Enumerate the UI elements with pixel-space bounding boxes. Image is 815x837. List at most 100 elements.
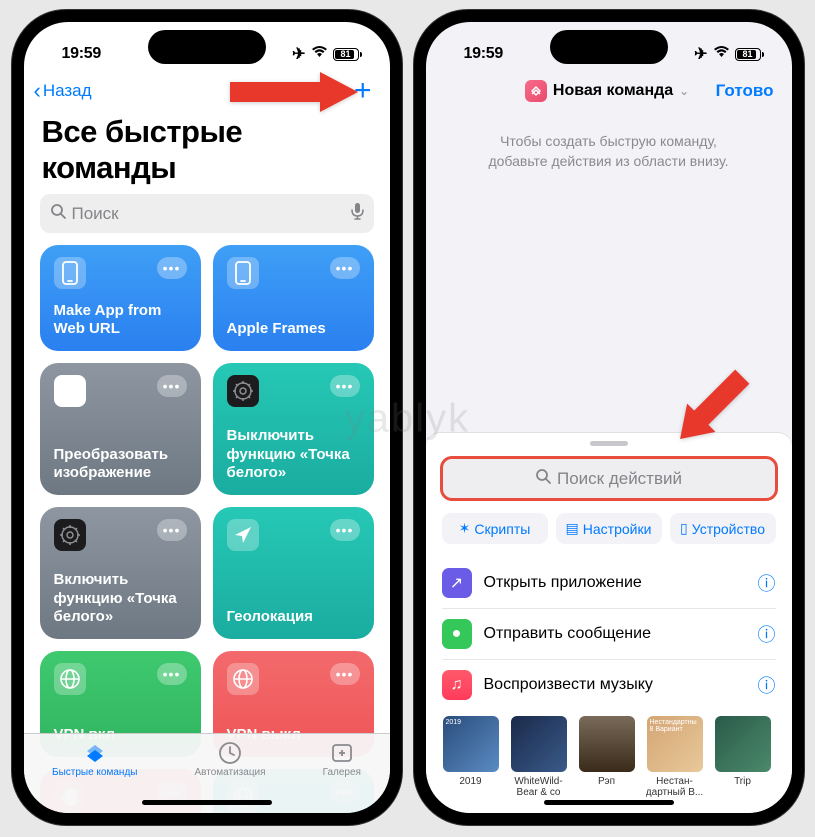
info-icon[interactable]: ⓘ bbox=[758, 621, 776, 647]
album-art bbox=[579, 716, 635, 772]
shortcuts-app-icon bbox=[525, 80, 547, 102]
search-placeholder: Поиск bbox=[72, 204, 119, 224]
album-name: 2019 bbox=[459, 776, 481, 798]
done-button[interactable]: Готово bbox=[716, 81, 774, 101]
globe-icon bbox=[227, 663, 259, 695]
status-indicators: ✈ 81 bbox=[694, 44, 763, 64]
dynamic-island bbox=[148, 30, 266, 64]
search-bar[interactable]: Поиск bbox=[40, 194, 374, 233]
status-time: 19:59 bbox=[62, 45, 101, 63]
album-name: Нестан-дартный В... bbox=[646, 776, 704, 798]
action-search-placeholder: Поиск действий bbox=[557, 469, 682, 489]
shortcut-card[interactable]: ••• Make App from Web URL bbox=[40, 245, 201, 351]
action-label: Воспроизвести музыку bbox=[484, 676, 746, 694]
airplane-icon: ✈ bbox=[694, 44, 707, 64]
page-title: Все быстрые команды bbox=[24, 112, 390, 194]
dynamic-island bbox=[550, 30, 668, 64]
tab-icon bbox=[82, 742, 108, 764]
home-indicator[interactable] bbox=[142, 800, 272, 805]
card-menu-button[interactable]: ••• bbox=[157, 519, 187, 541]
chevron-down-icon: ⌄ bbox=[679, 84, 689, 98]
back-button[interactable]: ‹ Назад bbox=[34, 78, 92, 104]
card-menu-button[interactable]: ••• bbox=[330, 375, 360, 397]
card-label: Выключить функцию «Точка белого» bbox=[227, 427, 360, 483]
sheet-grabber[interactable] bbox=[590, 441, 628, 446]
category-chip[interactable]: ✶ Скрипты bbox=[442, 513, 548, 544]
album-name: Trip bbox=[734, 776, 751, 798]
action-item[interactable]: ♫ Воспроизвести музыку ⓘ bbox=[442, 660, 776, 710]
tab-label: Автоматизация bbox=[195, 767, 266, 778]
card-menu-button[interactable]: ••• bbox=[330, 257, 360, 279]
action-icon: ● bbox=[442, 619, 472, 649]
action-icon: ♫ bbox=[442, 670, 472, 700]
chip-icon: ▤ bbox=[566, 520, 579, 537]
shortcuts-grid: ••• Make App from Web URL ••• Apple Fram… bbox=[24, 245, 390, 813]
helper-text: Чтобы создать быструю команду, добавьте … bbox=[426, 112, 792, 191]
tab-label: Быстрые команды bbox=[52, 767, 137, 778]
action-label: Отправить сообщение bbox=[484, 625, 746, 643]
status-indicators: ✈ 81 bbox=[292, 44, 361, 64]
title-dropdown[interactable]: Новая команда ⌄ bbox=[525, 80, 689, 102]
status-time: 19:59 bbox=[464, 45, 503, 63]
album-name: WhiteWild-Bear & co bbox=[510, 776, 568, 798]
airplane-icon: ✈ bbox=[292, 44, 305, 64]
phone-right: 19:59 ✈ 81 Новая команда ⌄ bbox=[414, 10, 804, 825]
chip-icon: ▯ bbox=[680, 520, 688, 537]
globe-icon bbox=[54, 663, 86, 695]
search-icon bbox=[535, 468, 551, 489]
card-menu-button[interactable]: ••• bbox=[330, 663, 360, 685]
album-item[interactable]: Нестандартны 8 Вариант Нестан-дартный В.… bbox=[646, 716, 704, 798]
album-item[interactable]: WhiteWild-Bear & co bbox=[510, 716, 568, 798]
actions-bottom-sheet: Поиск действий ✶ Скрипты ▤ Настройки ▯ У… bbox=[426, 433, 792, 813]
tab-icon bbox=[329, 742, 355, 764]
action-item[interactable]: ↗ Открыть приложение ⓘ bbox=[442, 558, 776, 609]
chip-icon: ✶ bbox=[459, 520, 471, 537]
category-chip[interactable]: ▯ Устройство bbox=[670, 513, 776, 544]
chip-label: Устройство bbox=[692, 521, 765, 537]
home-indicator[interactable] bbox=[544, 800, 674, 805]
annotation-arrow-1 bbox=[230, 70, 360, 119]
card-menu-button[interactable]: ••• bbox=[157, 663, 187, 685]
phone-icon bbox=[227, 257, 259, 289]
album-item[interactable]: Trip bbox=[714, 716, 772, 798]
suggested-actions: ↗ Открыть приложение ⓘ ● Отправить сообщ… bbox=[426, 558, 792, 710]
album-item[interactable]: Рэп bbox=[578, 716, 636, 798]
card-menu-button[interactable]: ••• bbox=[157, 257, 187, 279]
tab-0[interactable]: Быстрые команды bbox=[52, 742, 137, 813]
info-icon[interactable]: ⓘ bbox=[758, 570, 776, 596]
card-label: Apple Frames bbox=[227, 320, 360, 339]
card-label: Включить функцию «Точка белого» bbox=[54, 571, 187, 627]
phone-icon bbox=[54, 257, 86, 289]
photos-icon bbox=[54, 375, 86, 407]
card-label: Геолокация bbox=[227, 608, 360, 627]
category-chip[interactable]: ▤ Настройки bbox=[556, 513, 662, 544]
chip-label: Настройки bbox=[583, 521, 652, 537]
card-menu-button[interactable]: ••• bbox=[330, 519, 360, 541]
album-item[interactable]: 2019 2019 bbox=[442, 716, 500, 798]
action-icon: ↗ bbox=[442, 568, 472, 598]
info-icon[interactable]: ⓘ bbox=[758, 672, 776, 698]
screen-shortcuts-list: 19:59 ✈ 81 ‹ Назад + Все быстрые кома bbox=[24, 22, 390, 813]
album-art bbox=[511, 716, 567, 772]
shortcut-card[interactable]: ••• Включить функцию «Точка белого» bbox=[40, 507, 201, 639]
shortcut-name: Новая команда bbox=[553, 82, 673, 100]
chevron-left-icon: ‹ bbox=[34, 78, 41, 104]
shortcut-card[interactable]: ••• Преобразовать изображение bbox=[40, 363, 201, 495]
tab-2[interactable]: Галерея bbox=[323, 742, 361, 813]
card-label: Make App from Web URL bbox=[54, 302, 187, 340]
back-label: Назад bbox=[43, 81, 92, 101]
shortcut-card[interactable]: ••• Выключить функцию «Точка белого» bbox=[213, 363, 374, 495]
tab-label: Галерея bbox=[323, 767, 361, 778]
shortcut-card[interactable]: ••• Apple Frames bbox=[213, 245, 374, 351]
battery-indicator: 81 bbox=[735, 48, 764, 61]
shortcut-card[interactable]: ••• Геолокация bbox=[213, 507, 374, 639]
action-label: Открыть приложение bbox=[484, 574, 746, 592]
phone-left: 19:59 ✈ 81 ‹ Назад + Все быстрые кома bbox=[12, 10, 402, 825]
settings-icon bbox=[227, 375, 259, 407]
action-item[interactable]: ● Отправить сообщение ⓘ bbox=[442, 609, 776, 660]
card-menu-button[interactable]: ••• bbox=[157, 375, 187, 397]
settings-icon bbox=[54, 519, 86, 551]
album-art: Нестандартны 8 Вариант bbox=[647, 716, 703, 772]
mic-icon[interactable] bbox=[351, 202, 364, 225]
category-chips: ✶ Скрипты ▤ Настройки ▯ Устройство bbox=[426, 513, 792, 558]
